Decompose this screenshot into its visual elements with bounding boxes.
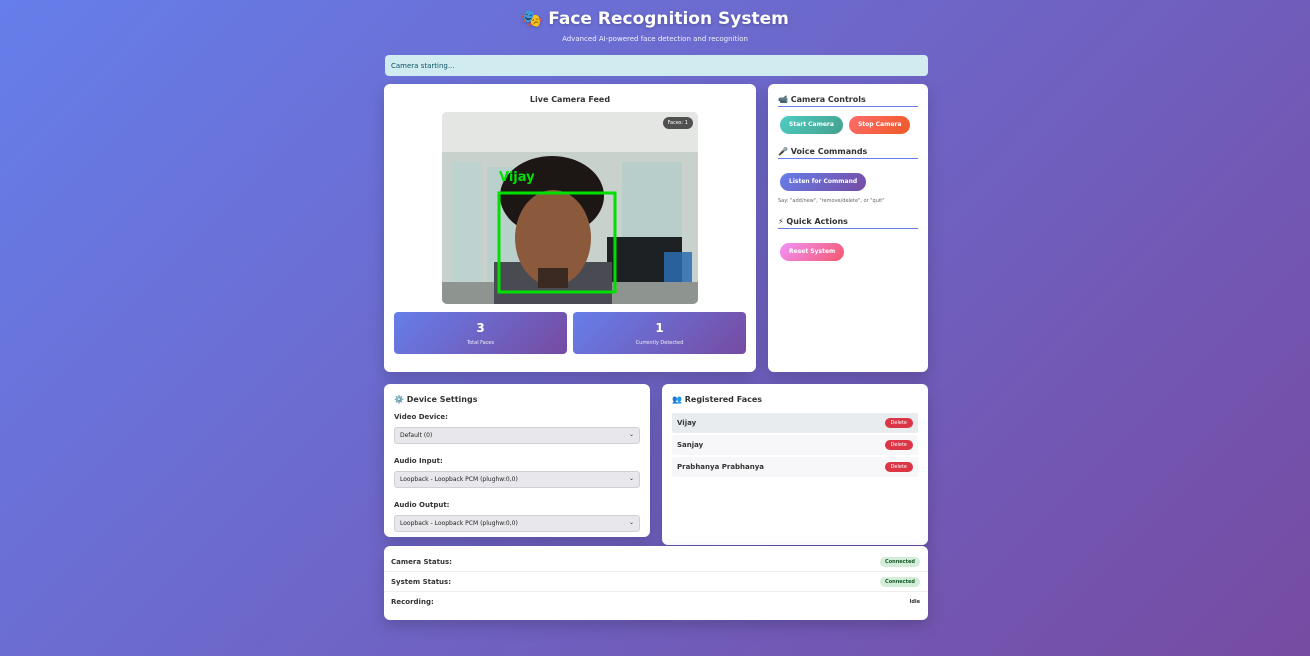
recording-label: Recording: [391, 598, 434, 606]
camera-feed-title: Live Camera Feed [529, 95, 611, 104]
audio-output-select[interactable]: Loopback - Loopback PCM (plughw:0,0) ⌄ [394, 515, 640, 532]
camera-video: Vijay Faces: 1 [442, 112, 698, 304]
list-item: Vijay Delete [672, 413, 918, 433]
voice-commands-title: 🎤 Voice Commands [778, 147, 918, 159]
face-name: Prabhanya Prabhanya [677, 463, 765, 471]
status-message: Camera starting... [385, 55, 928, 76]
list-item: Sanjay Delete [672, 435, 918, 455]
mask-icon: 🎭 [521, 9, 543, 29]
camera-status-label: Camera Status: [391, 557, 452, 566]
page-title-text: Face Recognition System [548, 9, 789, 29]
system-status-label: System Status: [391, 577, 452, 586]
audio-output-value: Loopback - Loopback PCM (plughw:0,0) [400, 520, 518, 527]
controls-card: 📹 Camera Controls Start Camera Stop Came… [768, 84, 928, 372]
audio-input-label: Audio Input: [394, 457, 443, 465]
device-settings-title: ⚙️ Device Settings [394, 395, 478, 404]
camera-status-row: Camera Status: Connected [384, 552, 928, 572]
audio-output-label: Audio Output: [394, 501, 450, 509]
chevron-down-icon: ⌄ [628, 519, 634, 526]
start-camera-button[interactable]: Start Camera [780, 116, 843, 134]
video-device-label: Video Device: [394, 413, 448, 421]
face-name: Vijay [677, 419, 697, 427]
delete-face-button[interactable]: Delete [884, 418, 913, 428]
status-badge: Connected [880, 556, 920, 567]
total-faces-stat: 3 Total Faces [394, 312, 567, 354]
device-settings-card: ⚙️ Device Settings Video Device: Default… [384, 384, 650, 537]
system-stats-card: Camera Status: Connected System Status: … [384, 546, 928, 620]
detected-face-label: Vijay [499, 170, 535, 185]
registered-faces-title: 👥 Registered Faces [672, 395, 763, 404]
camera-frame-image [442, 112, 698, 304]
recording-row: Recording: Idle [384, 592, 928, 612]
video-device-select[interactable]: Default (0) ⌄ [394, 427, 640, 444]
delete-face-button[interactable]: Delete [884, 440, 913, 450]
listen-command-button[interactable]: Listen for Command [780, 173, 867, 191]
list-item: Prabhanya Prabhanya Delete [672, 457, 918, 477]
recording-value: Idle [909, 599, 920, 605]
page-header: 🎭 Face Recognition System Advanced AI-po… [0, 8, 1310, 43]
total-faces-value: 3 [476, 321, 485, 335]
registered-faces-card: 👥 Registered Faces Vijay Delete Sanjay D… [662, 384, 928, 545]
camera-controls-title: 📹 Camera Controls [778, 95, 918, 107]
chevron-down-icon: ⌄ [628, 475, 634, 482]
quick-actions-title: ⚡ Quick Actions [778, 217, 918, 229]
stop-camera-button[interactable]: Stop Camera [848, 116, 911, 134]
voice-hint: Say: "add/new", "remove/delete", or "qui… [778, 198, 885, 204]
detected-faces-label: Currently Detected [635, 340, 684, 346]
chevron-down-icon: ⌄ [628, 431, 634, 438]
status-badge: Connected [880, 576, 920, 587]
total-faces-label: Total Faces [466, 340, 495, 346]
audio-input-select[interactable]: Loopback - Loopback PCM (plughw:0,0) ⌄ [394, 471, 640, 488]
camera-feed-card: Live Camera Feed Vijay Faces: 1 3 Total … [384, 84, 756, 372]
detected-faces-stat: 1 Currently Detected [573, 312, 746, 354]
page-title: 🎭 Face Recognition System [0, 8, 1310, 30]
reset-system-button[interactable]: Reset System [780, 243, 845, 261]
face-name: Sanjay [677, 441, 704, 449]
page-subtitle: Advanced AI-powered face detection and r… [562, 35, 748, 43]
detected-faces-value: 1 [655, 321, 664, 335]
video-device-value: Default (0) [400, 432, 433, 439]
faces-count-badge: Faces: 1 [662, 117, 693, 129]
audio-input-value: Loopback - Loopback PCM (plughw:0,0) [400, 476, 518, 483]
delete-face-button[interactable]: Delete [884, 462, 913, 472]
system-status-row: System Status: Connected [384, 572, 928, 592]
